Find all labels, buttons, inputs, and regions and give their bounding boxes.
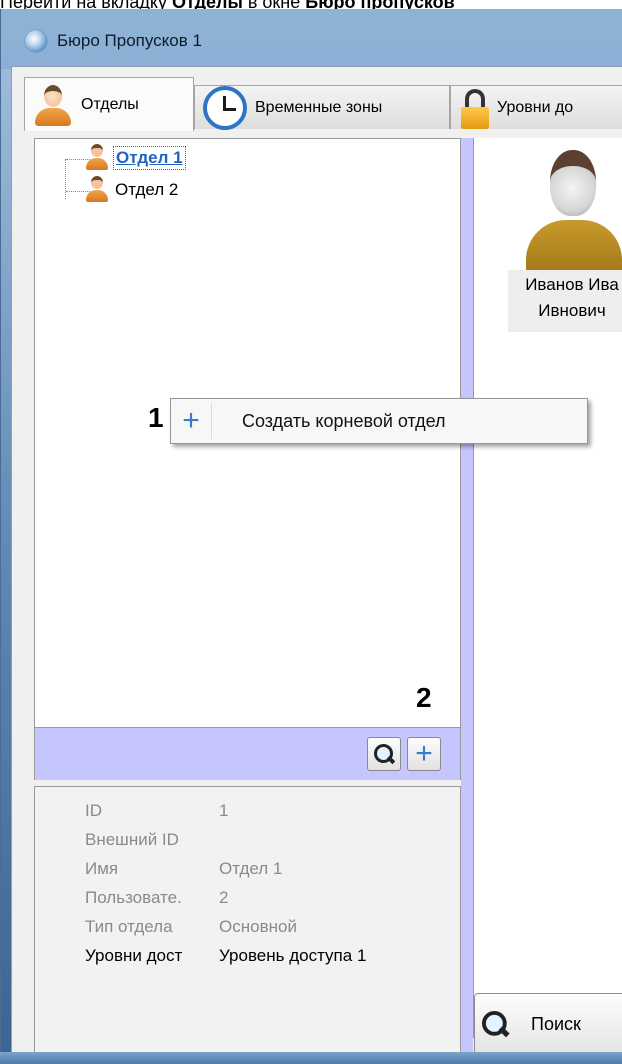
search-icon [374,744,394,764]
tab-time-zones[interactable]: Временные зоны [194,85,450,130]
property-value: Отдел 1 [219,859,283,878]
department-icon [85,176,109,204]
context-menu: + Создать корневой отдел [170,398,588,444]
property-row: Уровни дост Уровень доступа 1 [85,944,366,968]
employee-avatar[interactable] [524,150,622,278]
property-key: Внешний ID [85,830,179,849]
property-row: Тип отдела Основной [85,915,297,939]
tab-strip: Отделы Временные зоны Уровни до [12,77,622,131]
caption-prefix: Перейти на вкладку [0,0,172,9]
search-icon [482,1011,508,1037]
property-key: ID [85,801,102,820]
property-value: 1 [219,801,229,820]
tab-label: Уровни до [497,98,574,116]
property-value: Уровень доступа 1 [219,946,367,965]
plus-icon: + [415,737,433,770]
department-toolbar: + [34,728,461,780]
create-root-department-item[interactable]: Создать корневой отдел [242,411,446,432]
caption-tab-word: Отделы [172,0,243,9]
employee-name-line2: Ивнович [538,301,606,320]
instruction-caption: Перейти на вкладку Отделы в окне Бюро пр… [0,0,622,9]
search-button-label: Поиск [531,1013,581,1034]
property-value: Основной [219,917,297,936]
lock-icon [459,87,489,129]
search-button[interactable] [367,737,401,771]
caption-middle: в окне [243,0,305,9]
property-row: ID 1 [85,799,228,823]
employee-name[interactable]: Иванов Ива Ивнович [512,272,622,324]
properties-panel: ID 1 Внешний ID Имя Отдел 1 Пользовате. … [34,786,461,1064]
tab-access-levels[interactable]: Уровни до [450,85,622,129]
property-row: Пользовате. 2 [85,886,228,910]
panel-splitter[interactable] [461,138,473,1064]
property-key: Имя [85,859,119,878]
tab-label: Временные зоны [255,98,383,116]
tab-label: Отделы [81,95,139,113]
callout-number-1: 1 [148,402,164,433]
caption-window-word: Бюро пропусков [305,0,454,9]
property-key: Тип отдела [85,917,173,936]
window-frame: Бюро Пропусков 1 Отделы Временные зоны У… [0,9,622,1064]
window-title: Бюро Пропусков 1 [57,31,202,50]
employee-search-button[interactable]: Поиск [474,993,622,1055]
department-icon [85,144,109,172]
tree-item[interactable]: Отдел 2 [85,175,180,205]
clock-icon [203,85,247,130]
window-bottom-border [0,1052,622,1064]
window-client-area: Отделы Временные зоны Уровни до Отдел 1 … [11,66,622,1064]
tree-item-label: Отдел 1 [113,146,186,170]
employee-name-line1: Иванов Ива [525,275,619,294]
callout-number-2: 2 [416,682,432,713]
app-icon [25,30,47,52]
title-bar[interactable]: Бюро Пропусков 1 [15,21,615,61]
add-department-button[interactable]: + [407,737,441,771]
menu-separator [211,403,212,439]
tab-departments[interactable]: Отделы [24,77,194,131]
property-row: Имя Отдел 1 [85,857,282,881]
property-value: 2 [219,888,229,907]
tree-item-label: Отдел 2 [115,180,179,199]
property-key: Пользовате. [85,888,182,907]
person-icon [33,84,73,126]
plus-icon: + [182,404,200,437]
tree-item[interactable]: Отдел 1 [85,143,186,173]
property-key: Уровни дост [85,946,183,965]
property-row: Внешний ID [85,828,219,852]
employee-panel: Иванов Ива Ивнович [473,138,622,1038]
